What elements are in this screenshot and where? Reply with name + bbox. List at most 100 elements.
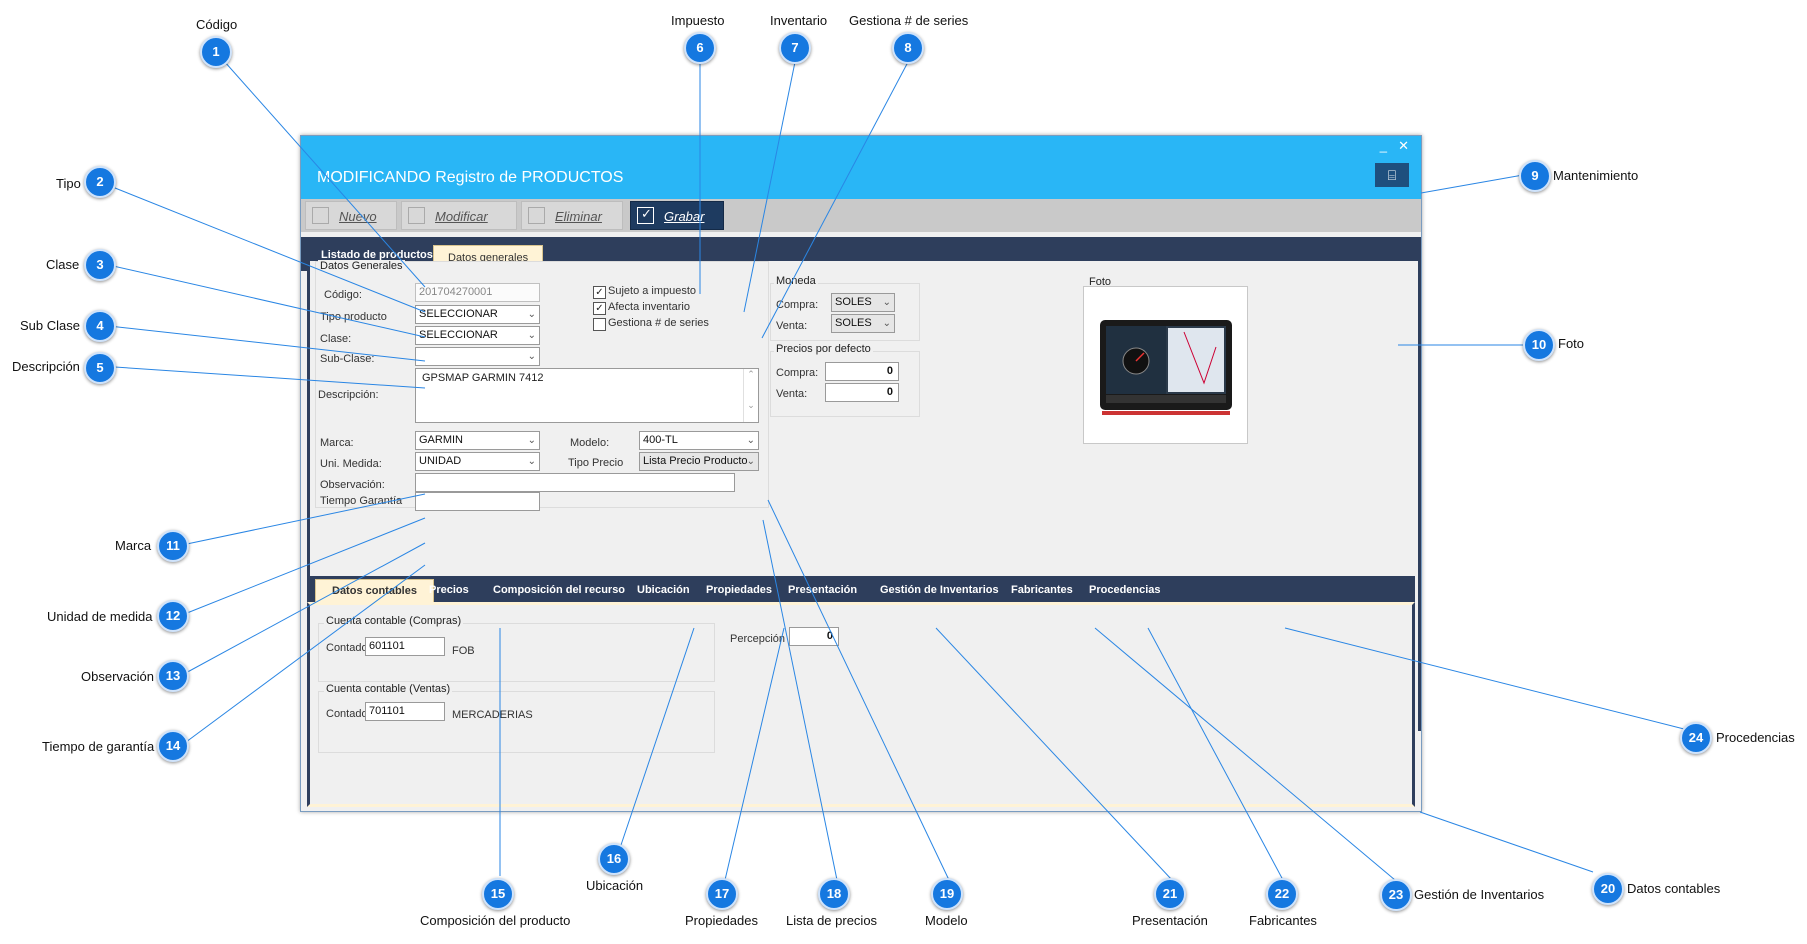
callout-badge-6: 6 bbox=[684, 32, 716, 64]
callout-badge-7: 7 bbox=[779, 32, 811, 64]
callout-label-14: Tiempo de garantía bbox=[42, 739, 155, 754]
moneda-venta-select[interactable]: SOLES ⌄ bbox=[831, 314, 895, 333]
tab-composicion-recurso[interactable]: Composición del recurso bbox=[485, 579, 633, 602]
callout-badge-8: 8 bbox=[892, 32, 924, 64]
precio-compra-input[interactable]: 0 bbox=[825, 362, 899, 381]
callout-badge-1: 1 bbox=[200, 36, 232, 68]
clase-select[interactable]: SELECCIONAR ⌄ bbox=[415, 326, 540, 345]
moneda-compra-select[interactable]: SOLES ⌄ bbox=[831, 293, 895, 312]
descripcion-scrollbar[interactable]: ⌃ ⌄ bbox=[743, 369, 758, 422]
callout-label-2: Tipo bbox=[56, 176, 81, 191]
chevron-down-icon: ⌄ bbox=[527, 435, 536, 446]
callout-label-7: Inventario bbox=[770, 13, 828, 28]
modificar-button[interactable]: Modificar bbox=[401, 201, 517, 230]
afecta-inventario-label: Afecta inventario bbox=[608, 301, 690, 313]
precio-compra-label: Compra: bbox=[776, 367, 819, 379]
callout-badge-10: 10 bbox=[1523, 329, 1555, 361]
precio-venta-input[interactable]: 0 bbox=[825, 383, 899, 402]
callout-label-8: Gestiona # de series bbox=[849, 13, 969, 28]
callout-label-21: Presentación bbox=[1132, 913, 1208, 928]
unidad-medida-select[interactable]: UNIDAD ⌄ bbox=[415, 452, 540, 471]
moneda-venta-label: Venta: bbox=[776, 320, 808, 332]
callout-badge-4: 4 bbox=[84, 310, 116, 342]
afecta-inventario-checkbox[interactable]: ✓ bbox=[593, 302, 606, 315]
cuenta-compras-title: Cuenta contable (Compras) bbox=[324, 615, 464, 627]
callout-badge-24: 24 bbox=[1680, 722, 1712, 754]
foto-box[interactable] bbox=[1083, 286, 1248, 444]
precios-title: Precios por defecto bbox=[774, 343, 873, 355]
compras-cuenta-desc: FOB bbox=[452, 645, 475, 657]
callout-badge-15: 15 bbox=[482, 878, 514, 910]
ventas-contado-label: Contado: bbox=[326, 708, 371, 720]
eliminar-label: Eliminar bbox=[555, 209, 602, 224]
descripcion-value: GPSMAP GARMIN 7412 bbox=[422, 372, 544, 384]
callout-label-1: Código bbox=[196, 17, 238, 32]
descripcion-textarea[interactable]: GPSMAP GARMIN 7412 ⌃ ⌄ bbox=[415, 368, 759, 423]
percepcion-input[interactable]: 0 bbox=[789, 627, 839, 646]
maintenance-button[interactable]: ⌸ bbox=[1375, 163, 1409, 187]
edit-icon bbox=[408, 207, 425, 224]
tab-fabricantes[interactable]: Fabricantes bbox=[1003, 579, 1081, 602]
callout-badge-22: 22 bbox=[1266, 878, 1298, 910]
tiempo-garantia-input[interactable] bbox=[415, 492, 540, 511]
codigo-input[interactable]: 201704270001 bbox=[415, 283, 540, 302]
clase-label: Clase: bbox=[320, 333, 352, 345]
nuevo-button[interactable]: Nuevo bbox=[305, 201, 397, 230]
tab-procedencias[interactable]: Procedencias bbox=[1081, 579, 1169, 602]
eliminar-button[interactable]: Eliminar bbox=[521, 201, 623, 230]
chevron-down-icon: ⌄ bbox=[882, 318, 891, 329]
tab-datos-contables[interactable]: Datos contables bbox=[315, 579, 434, 603]
tab-gestion-inventarios[interactable]: Gestión de Inventarios bbox=[872, 579, 1007, 602]
sujeto-impuesto-checkbox[interactable]: ✓ bbox=[593, 286, 606, 299]
moneda-compra-label: Compra: bbox=[776, 299, 819, 311]
tipo-precio-select[interactable]: Lista Precio Producto ⌄ bbox=[639, 452, 759, 471]
chevron-down-icon: ⌄ bbox=[746, 435, 755, 446]
tab-presentacion[interactable]: Presentación bbox=[780, 579, 865, 602]
observacion-label: Observación: bbox=[320, 479, 385, 491]
moneda-compra-value: SOLES bbox=[835, 296, 872, 308]
percepcion-label: Percepción bbox=[730, 633, 786, 645]
subclase-label: Sub-Clase: bbox=[320, 353, 375, 365]
close-button[interactable]: ✕ bbox=[1398, 138, 1409, 154]
cuenta-ventas-group bbox=[318, 691, 715, 753]
callout-label-24: Procedencias bbox=[1716, 730, 1795, 745]
unidad-medida-label: Uni. Medida: bbox=[320, 458, 382, 470]
ventas-contado-input[interactable]: 701101 bbox=[365, 702, 445, 721]
bottom-tab-strip: Datos contables Precios Composición del … bbox=[307, 576, 1415, 603]
tipo-producto-select[interactable]: SELECCIONAR ⌄ bbox=[415, 305, 540, 324]
marca-value: GARMIN bbox=[419, 434, 463, 446]
callout-label-23: Gestión de Inventarios bbox=[1414, 887, 1545, 902]
observacion-input[interactable] bbox=[415, 473, 735, 492]
callout-badge-2: 2 bbox=[84, 166, 116, 198]
precio-venta-label: Venta: bbox=[776, 388, 808, 400]
callout-label-18: Lista de precios bbox=[786, 913, 878, 928]
delete-icon bbox=[528, 207, 545, 224]
chevron-down-icon: ⌄ bbox=[527, 330, 536, 341]
tab-ubicacion[interactable]: Ubicación bbox=[629, 579, 698, 602]
toolbar: Nuevo Modificar Eliminar ✓ Grabar bbox=[301, 199, 1421, 232]
grabar-label: Grabar bbox=[664, 209, 705, 224]
modelo-select[interactable]: 400-TL ⌄ bbox=[639, 431, 759, 450]
callout-label-11: Marca bbox=[115, 538, 152, 553]
chevron-down-icon: ⌄ bbox=[527, 456, 536, 467]
grabar-button[interactable]: ✓ Grabar bbox=[630, 201, 724, 230]
callout-label-4: Sub Clase bbox=[20, 318, 80, 333]
gps-device-image bbox=[1100, 320, 1232, 415]
gestiona-series-checkbox[interactable] bbox=[593, 318, 606, 331]
marca-select[interactable]: GARMIN ⌄ bbox=[415, 431, 540, 450]
callout-badge-13: 13 bbox=[157, 660, 189, 692]
tab-propiedades[interactable]: Propiedades bbox=[698, 579, 780, 602]
subclase-select[interactable]: ⌄ bbox=[415, 347, 540, 366]
callout-label-22: Fabricantes bbox=[1249, 913, 1317, 928]
tipo-precio-label: Tipo Precio bbox=[568, 457, 624, 469]
compras-contado-input[interactable]: 601101 bbox=[365, 637, 445, 656]
datos-contables-panel: Cuenta contable (Compras) Contado: 60110… bbox=[307, 602, 1415, 807]
callout-label-3: Clase bbox=[46, 257, 80, 272]
chevron-down-icon: ⌄ bbox=[527, 309, 536, 320]
minimize-button[interactable]: _ bbox=[1380, 138, 1387, 153]
new-document-icon bbox=[312, 207, 329, 224]
callout-label-13: Observación bbox=[81, 669, 154, 684]
tab-precios[interactable]: Precios bbox=[421, 579, 477, 602]
tipo-precio-value: Lista Precio Producto bbox=[643, 455, 748, 467]
callout-label-16: Ubicación bbox=[586, 878, 644, 893]
